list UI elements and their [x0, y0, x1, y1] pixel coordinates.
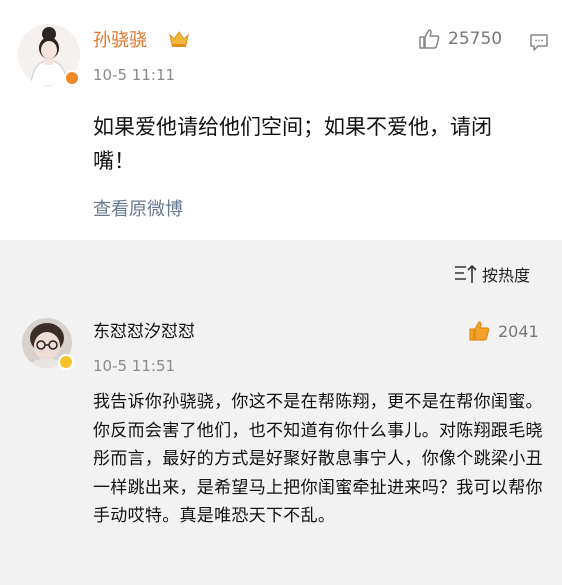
- thumbs-up-icon: [469, 321, 490, 341]
- post-time: 10-5 11:11: [93, 66, 176, 84]
- sort-icon: [455, 264, 477, 283]
- sort-by-hot-button[interactable]: 按热度: [454, 262, 530, 286]
- post-text: 如果爱他请给他们空间；如果不爱他，请闭嘴！: [93, 115, 492, 173]
- reply-time: 10-5 11:51: [93, 357, 176, 375]
- comment-icon[interactable]: [529, 32, 549, 52]
- verified-badge-icon: [64, 70, 80, 86]
- post-like-button[interactable]: 25750: [418, 28, 502, 50]
- reply-text: 我告诉你孙骁骁，你这不是在帮陈翔，更不是在帮你闺蜜。你反而会害了他们，也不知道有…: [93, 392, 543, 526]
- thumbs-up-icon: [419, 29, 440, 49]
- original-post: 孙骁骁 10-5 11:11 25750 如果爱他请给他们空间；如果不爱他，请闭…: [0, 0, 562, 240]
- post-like-count: 25750: [448, 29, 503, 49]
- reply-like-button[interactable]: 2041: [468, 320, 539, 342]
- sort-label: 按热度: [482, 266, 531, 285]
- view-original-link[interactable]: 查看原微博: [93, 195, 183, 221]
- reply-username[interactable]: 东怼怼汐怼怼: [93, 317, 195, 342]
- post-username[interactable]: 孙骁骁: [93, 26, 147, 52]
- verified-badge-icon: [58, 354, 74, 370]
- reply-like-count: 2041: [498, 321, 539, 341]
- vip-crown-icon: [169, 31, 189, 47]
